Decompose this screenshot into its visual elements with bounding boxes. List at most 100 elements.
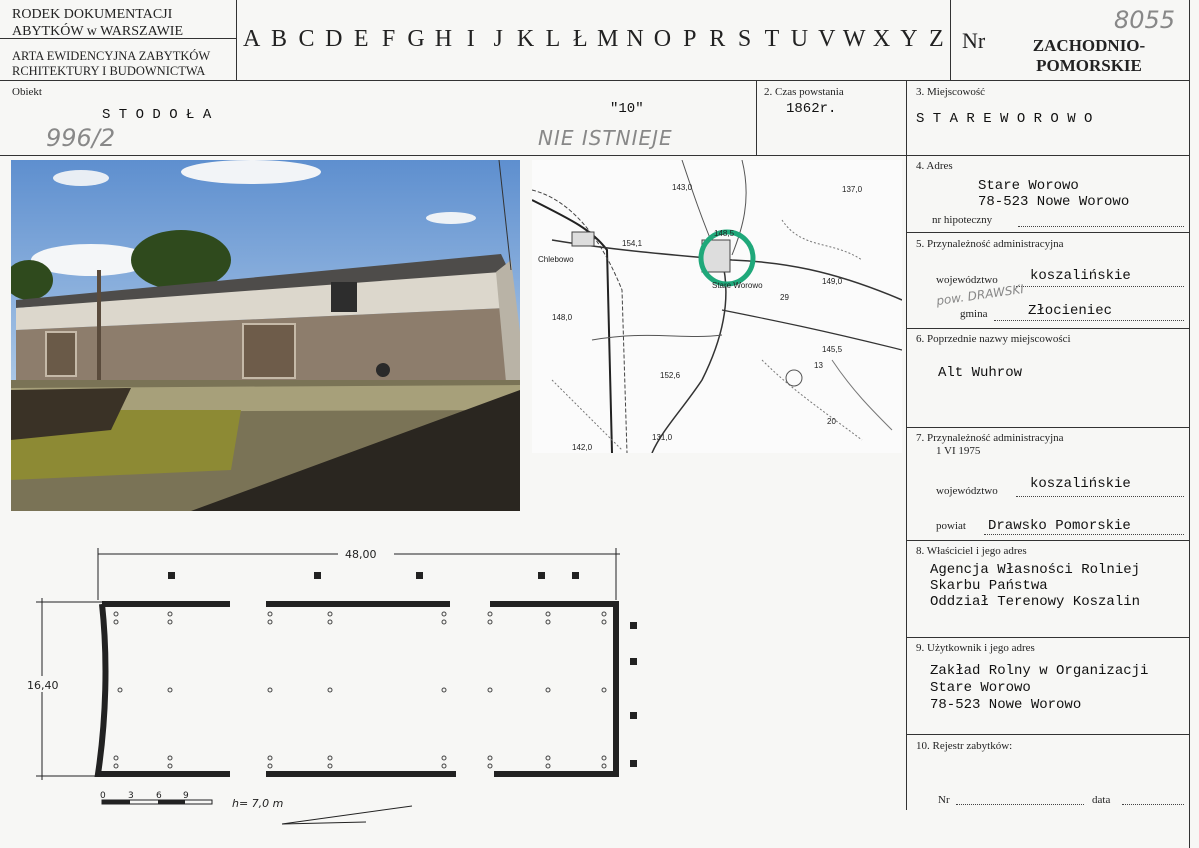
- map-label-1430: 143,0: [672, 183, 693, 192]
- scale-tick-0: 0: [100, 791, 106, 801]
- inventory-card: RODEK DOKUMENTACJI ABYTKÓW w WARSZAWIE A…: [0, 0, 1199, 848]
- floor-plan: 48,00 16,40 0 3 6 9 h= 7,0 m: [20, 540, 660, 830]
- mortgage-label: nr hipoteczny: [932, 214, 993, 226]
- former-names-label: 6. Poprzednie nazwy miejscowości: [916, 333, 1071, 345]
- former-names-value: Alt Wuhrow: [938, 365, 1023, 381]
- plan-height-note: h= 7,0 m: [232, 797, 283, 810]
- handwritten-note: NIE ISTNIEJE: [538, 126, 673, 150]
- alphabet-letter: F: [381, 26, 396, 52]
- admin1975-powiat-value: Drawsko Pomorskie: [988, 518, 1131, 534]
- barn-photo: [11, 160, 520, 511]
- nr-label: Nr: [962, 28, 986, 53]
- alphabet-letter: X: [872, 26, 891, 52]
- register-nr-label: Nr: [938, 794, 950, 806]
- admin-voivodeship-value: koszalińskie: [1030, 268, 1131, 284]
- time-label: 2. Czas powstania: [764, 86, 844, 98]
- user-line-3: 78-523 Nowe Worowo: [930, 697, 1082, 713]
- alphabet-letter: W: [842, 26, 866, 52]
- barn-photo-image: [11, 160, 520, 511]
- map-label-1455: 145,5: [822, 345, 843, 354]
- map-label-1420: 142,0: [572, 443, 593, 452]
- map-label-1485: 148,5: [714, 229, 735, 238]
- alphabet-letter: T: [764, 26, 780, 52]
- place-value: S T A R E W O R O W O: [916, 111, 1093, 127]
- map-label-29: 29: [780, 293, 789, 302]
- alphabet-letter: E: [353, 26, 369, 52]
- alphabet-letter: V: [818, 26, 836, 52]
- alphabet-letter: U: [790, 26, 809, 52]
- time-value: 1862r.: [786, 101, 837, 117]
- alphabet-letter: O: [653, 26, 672, 52]
- alphabet-letter: G: [407, 26, 425, 52]
- map-label-stare-worowo: Stare Worowo: [712, 281, 763, 290]
- alphabet-letter: I: [466, 26, 475, 52]
- object-name: S T O D O Ł A: [102, 107, 212, 123]
- alphabet-letter: Y: [900, 26, 918, 52]
- register-label: 10. Rejestr zabytków:: [916, 740, 1013, 752]
- register-date-label: data: [1092, 794, 1111, 806]
- map-label-1526: 152,6: [660, 371, 681, 380]
- scale-tick-9: 9: [183, 791, 189, 801]
- admin-gmina-label: gmina: [960, 308, 988, 320]
- admin-gmina-value: Złocieniec: [1028, 303, 1113, 319]
- alphabet-letter: K: [516, 26, 535, 52]
- plan-depth-dimension: 16,40: [27, 679, 59, 692]
- admin-label: 5. Przynależność administracyjna: [916, 238, 1064, 250]
- alphabet-letter: B: [271, 26, 288, 52]
- region-line-2: POMORSKIE: [1036, 56, 1142, 75]
- alphabet-letter: Ł: [572, 26, 588, 52]
- region-label: ZACHODNIO- POMORSKIE: [1024, 36, 1154, 76]
- location-map-image: 143,0 137,0 154,1 Chlebowo 148,5 Stare W…: [532, 160, 902, 453]
- card-type-line-1: ARTA EWIDENCYJNA ZABYTKÓW: [12, 49, 211, 63]
- map-label-1480: 148,0: [552, 313, 573, 322]
- handwritten-card-number: 8055: [1114, 6, 1176, 34]
- institution-block: RODEK DOKUMENTACJI ABYTKÓW w WARSZAWIE A…: [12, 6, 236, 79]
- map-label-1541: 154,1: [622, 239, 643, 248]
- institution-line-1: RODEK DOKUMENTACJI: [12, 7, 173, 22]
- alphabet-letter: A: [243, 26, 261, 52]
- alphabet-letter: C: [298, 26, 315, 52]
- alphabet-letter: M: [597, 26, 619, 52]
- alphabet-letter: Z: [928, 26, 944, 52]
- user-label: 9. Użytkownik i jego adres: [916, 642, 1035, 654]
- map-label-1370: 137,0: [842, 185, 863, 194]
- address-label: 4. Adres: [916, 160, 953, 172]
- location-map: 143,0 137,0 154,1 Chlebowo 148,5 Stare W…: [532, 160, 902, 453]
- user-line-2: Stare Worowo: [930, 680, 1031, 696]
- admin1975-powiat-label: powiat: [936, 520, 966, 532]
- map-label-1490: 149,0: [822, 277, 843, 286]
- map-label-20: 20: [827, 417, 836, 426]
- region-line-1: ZACHODNIO-: [1032, 36, 1146, 55]
- owner-label: 8. Właściciel i jego adres: [916, 545, 1027, 557]
- scale-tick-3: 3: [128, 791, 134, 801]
- map-label-chlebowo: Chlebowo: [538, 255, 574, 264]
- alphabet-letter: S: [737, 26, 752, 52]
- owner-line-3: Oddział Terenowy Koszalin: [930, 594, 1141, 610]
- handwritten-ref: 996/2: [46, 124, 116, 152]
- admin1975-voivodeship-value: koszalińskie: [1030, 476, 1131, 492]
- address-line-2: 78-523 Nowe Worowo: [978, 194, 1130, 210]
- admin1975-date: 1 VI 1975: [936, 445, 981, 457]
- alphabet-letter: H: [434, 26, 453, 52]
- admin1975-label: 7. Przynależność administracyjna: [916, 432, 1064, 444]
- object-label: Obiekt: [12, 86, 42, 98]
- alphabet-letter: L: [545, 26, 561, 52]
- address-line-1: Stare Worowo: [978, 178, 1079, 194]
- admin1975-voivodeship-label: województwo: [936, 485, 998, 497]
- card-type-line-2: RCHITEKTURY I BUDOWNICTWA: [12, 64, 206, 78]
- alphabet-letter: N: [626, 26, 644, 52]
- map-label-1310: 131,0: [652, 433, 673, 442]
- alphabet-letter: R: [709, 26, 726, 52]
- object-number: "10": [610, 101, 644, 117]
- alphabet-letter: J: [493, 26, 503, 52]
- place-label: 3. Miejscowość: [916, 86, 986, 98]
- owner-line-1: Agencja Własności Rolniej: [930, 562, 1141, 578]
- scale-tick-6: 6: [156, 791, 162, 801]
- floor-plan-drawing: 48,00 16,40 0 3 6 9 h= 7,0 m: [24, 546, 637, 825]
- user-line-1: Zakład Rolny w Organizacji: [930, 663, 1149, 679]
- plan-width-dimension: 48,00: [345, 548, 377, 561]
- alphabet-letter: D: [325, 26, 343, 52]
- owner-line-2: Skarbu Państwa: [930, 578, 1048, 594]
- admin-voivodeship-label: województwo: [936, 274, 998, 286]
- alphabet-letter: P: [683, 26, 697, 52]
